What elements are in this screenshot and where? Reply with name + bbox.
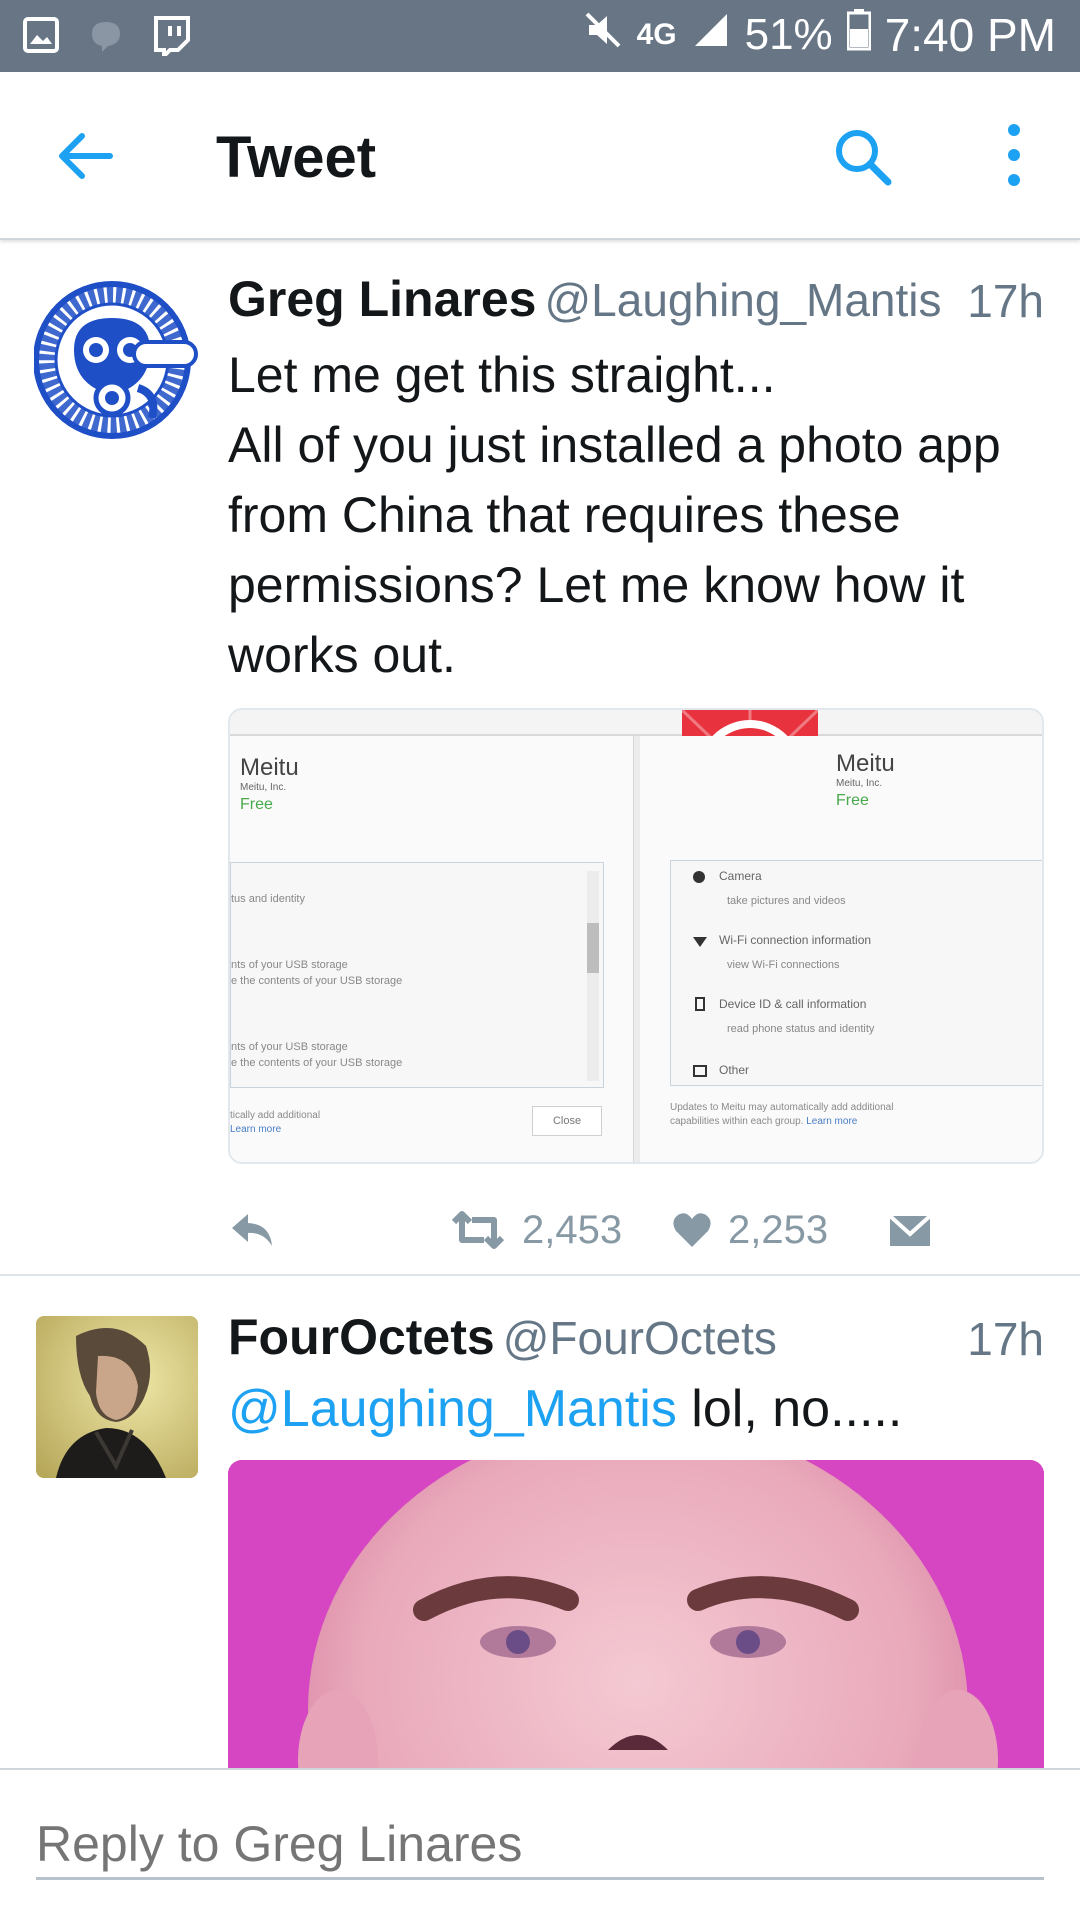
tweet-text-body: lol, no.....: [676, 1380, 903, 1438]
retweet-button[interactable]: 2,453: [450, 1200, 622, 1260]
direct-message-button[interactable]: [888, 1200, 932, 1260]
permission-line: e the contents of your USB storage: [231, 975, 403, 987]
app-price: Free: [836, 792, 869, 809]
search-button[interactable]: [832, 126, 894, 188]
reply-icon: [232, 1214, 272, 1246]
app-bar: Tweet: [0, 72, 1080, 240]
system-indicators: 4G 51% 7:40 PM: [583, 8, 1056, 62]
page-title: Tweet: [216, 125, 377, 190]
gas-mask-logo: [33, 281, 198, 439]
reply-button[interactable]: [228, 1200, 276, 1260]
permissions-dialog-right: Meitu Meitu, Inc. Free Camera take pictu…: [640, 736, 1042, 1162]
permission-line: nts of your USB storage: [231, 959, 348, 971]
permission-line: nts of your USB storage: [231, 1041, 348, 1053]
dialog-note: capabilities within each group. Learn mo…: [670, 1116, 857, 1127]
author-handle[interactable]: @FourOctets: [503, 1312, 777, 1364]
author-name[interactable]: Greg Linares: [228, 271, 536, 327]
permission-list: tus and identity nts of your USB storage…: [230, 862, 604, 1088]
scrollbar-thumb: [587, 923, 599, 973]
permission-heading: Camera: [719, 869, 762, 883]
wifi-icon: [693, 937, 707, 947]
app-publisher: Meitu, Inc.: [836, 778, 883, 789]
twitch-notification-icon: [152, 14, 192, 61]
learn-more-link: Learn more: [806, 1116, 858, 1127]
permission-heading: Wi-Fi connection information: [719, 933, 872, 947]
permission-detail: take pictures and videos: [727, 895, 846, 907]
reply-input[interactable]: [36, 1810, 1044, 1880]
camera-icon: [693, 871, 705, 883]
app-price: Free: [240, 796, 273, 813]
author-handle[interactable]: @Laughing_Mantis: [544, 274, 941, 326]
tweet-timestamp: 17h: [967, 275, 1044, 327]
like-count: 2,253: [728, 1207, 829, 1252]
search-icon: [836, 130, 892, 186]
dialog-note-text: capabilities within each group.: [670, 1116, 804, 1127]
overflow-menu-button[interactable]: [996, 120, 1032, 190]
mute-icon: [583, 10, 623, 61]
permission-detail: read phone status and identity: [727, 1023, 875, 1035]
arrow-left-icon: [59, 133, 113, 179]
permission-line: tus and identity: [231, 893, 305, 905]
other-icon: [693, 1065, 707, 1077]
clock: 7:40 PM: [884, 9, 1056, 61]
permission-detail: view Wi-Fi connections: [727, 959, 840, 971]
tweet-item[interactable]: FourOctets @FourOctets 17h @Laughing_Mant…: [0, 1278, 1080, 1768]
retweet-icon: [451, 1211, 505, 1249]
scrollbar-track: [587, 871, 599, 1081]
retweet-count: 2,453: [522, 1207, 623, 1252]
app-name: Meitu: [240, 754, 299, 781]
battery-icon: [846, 8, 872, 62]
tweet-header: Greg Linares @Laughing_Mantis 17h: [228, 270, 1044, 334]
close-button: Close: [532, 1106, 602, 1136]
gallery-notification-icon: [22, 16, 60, 59]
battery-percent: 51%: [744, 10, 833, 59]
network-type: 4G: [636, 18, 677, 51]
like-button[interactable]: 2,253: [672, 1200, 828, 1260]
dialog-note: tically add additional: [230, 1110, 321, 1121]
permission-heading: Device ID & call information: [719, 997, 867, 1011]
tweet-header: FourOctets @FourOctets 17h: [228, 1308, 1044, 1372]
permission-line: e the contents of your USB storage: [231, 1057, 403, 1069]
envelope-icon: [888, 1214, 932, 1246]
reply-bar: [0, 1768, 1080, 1920]
tweet-text: @Laughing_Mantis lol, no.....: [228, 1374, 1048, 1444]
permission-heading: Other: [719, 1063, 750, 1077]
more-vertical-icon: [1008, 124, 1020, 186]
device-id-icon: [695, 997, 705, 1011]
tweet-actions: 2,453 2,253: [228, 1200, 1044, 1260]
permission-list: Camera take pictures and videos Wi-Fi co…: [670, 860, 1042, 1086]
avatar[interactable]: [33, 278, 198, 442]
hangouts-notification-icon: [86, 16, 126, 59]
learn-more-link: Learn more: [230, 1124, 282, 1135]
face-photo: [228, 1460, 1044, 1768]
signal-icon: [691, 10, 731, 61]
author-name[interactable]: FourOctets: [228, 1309, 495, 1365]
app-publisher: Meitu, Inc.: [240, 782, 287, 793]
back-button[interactable]: [54, 124, 118, 188]
media-dialog-topbar: [230, 710, 1042, 736]
app-name: Meitu: [836, 750, 895, 777]
notification-icons: [22, 14, 192, 61]
mention-link[interactable]: @Laughing_Mantis: [228, 1380, 677, 1438]
status-bar: 4G 51% 7:40 PM: [0, 0, 1080, 72]
tweet-item[interactable]: Greg Linares @Laughing_Mantis 17h Let me …: [0, 242, 1080, 1276]
dialog-note: Updates to Meitu may automatically add a…: [670, 1102, 894, 1113]
tweet-text: Let me get this straight... All of you j…: [228, 347, 1001, 683]
tweet-media-image[interactable]: [228, 1460, 1044, 1768]
profile-photo: [36, 1316, 198, 1478]
tweet-media-image[interactable]: Meitu Meitu, Inc. Free tus and identity …: [228, 708, 1044, 1164]
tweet-timestamp: 17h: [967, 1313, 1044, 1365]
avatar[interactable]: [36, 1316, 198, 1478]
permissions-dialog-left: Meitu Meitu, Inc. Free tus and identity …: [230, 736, 634, 1162]
heart-icon: [673, 1213, 711, 1247]
